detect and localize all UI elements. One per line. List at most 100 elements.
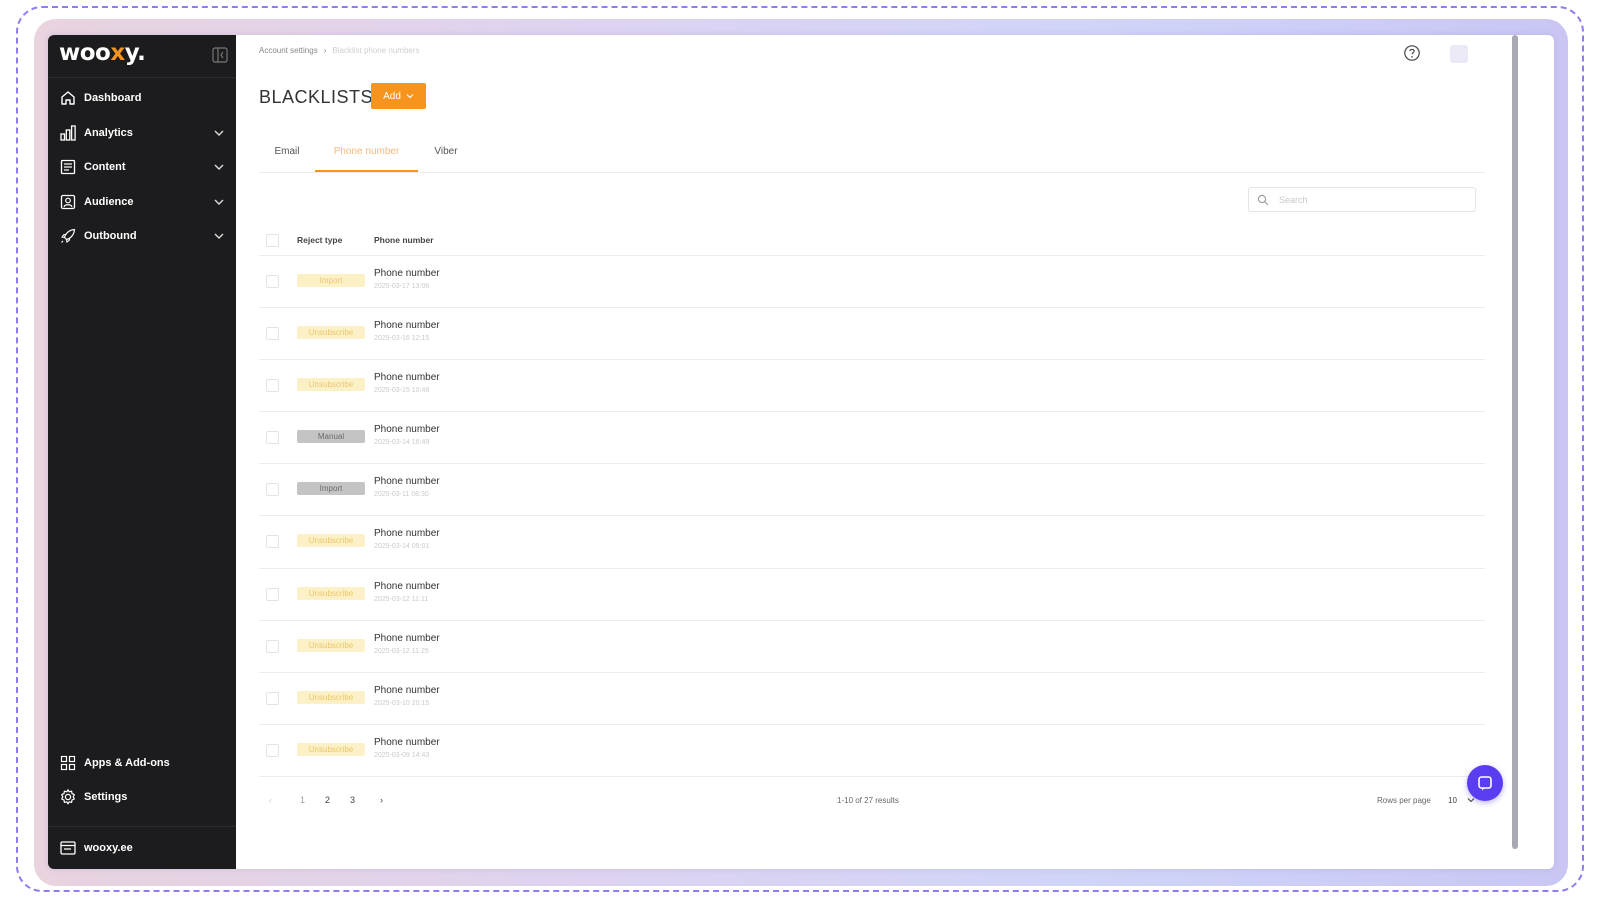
results-count: 1-10 of 27 results bbox=[837, 796, 899, 805]
chevron-down-icon[interactable] bbox=[212, 195, 226, 209]
sidebar-item-audience[interactable]: Audience bbox=[48, 185, 236, 220]
table-row[interactable]: Unsubscribe Phone number 2025-03-14 09:01 bbox=[259, 516, 1485, 569]
table-body: Import Phone number 2025-03-17 13:06 Unsubs… bbox=[259, 256, 1485, 777]
collapse-sidebar-icon[interactable] bbox=[212, 47, 228, 63]
row-checkbox[interactable] bbox=[266, 535, 279, 549]
table-row[interactable]: Unsubscribe Phone number 2025-03-12 11:25 bbox=[259, 621, 1485, 673]
help-icon[interactable] bbox=[1403, 44, 1421, 62]
added-date: 2025-03-11 08:30 bbox=[374, 491, 429, 499]
audience-icon bbox=[59, 193, 77, 211]
avatar[interactable] bbox=[1450, 45, 1468, 63]
table-row[interactable]: Unsubscribe Phone number 2025-03-10 20:15 bbox=[259, 673, 1485, 725]
sidebar-item-outbound[interactable]: Outbound bbox=[48, 219, 236, 254]
row-checkbox[interactable] bbox=[266, 275, 279, 288]
page-2[interactable]: 2 bbox=[325, 795, 330, 805]
tab-viber[interactable]: Viber bbox=[418, 146, 474, 172]
row-checkbox[interactable] bbox=[266, 639, 279, 653]
page-3[interactable]: 3 bbox=[350, 795, 355, 805]
add-button-label: Add bbox=[383, 90, 401, 102]
scrollbar[interactable] bbox=[1512, 35, 1518, 849]
row-checkbox[interactable] bbox=[266, 431, 279, 445]
added-date: 2025-03-10 20:15 bbox=[374, 699, 430, 707]
row-checkbox[interactable] bbox=[266, 743, 279, 757]
reject-type-badge: Unsubscribe bbox=[297, 326, 365, 340]
tab-email[interactable]: Email bbox=[259, 146, 315, 172]
chevron-down-icon[interactable] bbox=[212, 229, 226, 243]
blacklist-table: Reject type Phone number Import Phone num… bbox=[259, 225, 1485, 777]
logo[interactable]: wooxy. bbox=[59, 40, 146, 66]
bar-chart-icon bbox=[59, 124, 77, 142]
row-checkbox[interactable] bbox=[266, 587, 279, 601]
row-checkbox[interactable] bbox=[266, 379, 279, 393]
sidebar-bottom-nav: Apps & Add-ons Settings bbox=[48, 746, 236, 814]
sidebar-item-content[interactable]: Content bbox=[48, 150, 236, 185]
column-header-phone-number[interactable]: Phone number bbox=[374, 235, 434, 245]
table-row[interactable]: Unsubscribe Phone number 2025-03-16 12:15 bbox=[259, 308, 1485, 361]
column-header-reject-type[interactable]: Reject type bbox=[297, 235, 342, 245]
search-input[interactable] bbox=[1277, 193, 1461, 206]
table-row[interactable]: Unsubscribe Phone number 2025-03-09 14:43 bbox=[259, 725, 1485, 777]
rocket-icon bbox=[59, 227, 77, 245]
logo-row: wooxy. bbox=[48, 35, 236, 78]
rows-per-page-value: 10 bbox=[1448, 795, 1457, 805]
added-date: 2025-03-14 09:01 bbox=[374, 543, 430, 551]
search-icon bbox=[1257, 194, 1269, 206]
phone-number: Phone number bbox=[374, 320, 440, 332]
content-icon bbox=[59, 158, 77, 176]
page-1[interactable]: 1 bbox=[300, 795, 305, 805]
sidebar-item-label: Content bbox=[84, 161, 126, 174]
search-field[interactable] bbox=[1248, 187, 1476, 212]
added-date: 2025-03-15 10:48 bbox=[374, 387, 430, 395]
reject-type-badge: Unsubscribe bbox=[297, 378, 365, 392]
table-row[interactable]: Import Phone number 2025-03-17 13:06 bbox=[259, 256, 1485, 309]
sidebar-item-label: Apps & Add-ons bbox=[84, 757, 170, 769]
table-row[interactable]: Manual Phone number 2025-03-14 16:49 bbox=[259, 412, 1485, 465]
reject-type-badge: Unsubscribe bbox=[297, 690, 365, 704]
phone-number: Phone number bbox=[374, 476, 440, 488]
chat-icon bbox=[1476, 774, 1494, 792]
next-page-icon[interactable]: › bbox=[380, 795, 383, 805]
apps-grid-icon bbox=[59, 754, 77, 772]
sidebar-item-analytics[interactable]: Analytics bbox=[48, 116, 236, 151]
added-date: 2025-03-16 12:15 bbox=[374, 335, 430, 343]
row-checkbox[interactable] bbox=[266, 691, 279, 705]
reject-type-badge: Unsubscribe bbox=[297, 742, 365, 756]
select-all-checkbox[interactable] bbox=[266, 234, 279, 247]
phone-number: Phone number bbox=[374, 580, 440, 592]
sidebar-item-dashboard[interactable]: Dashboard bbox=[48, 81, 236, 116]
table-row[interactable]: Import Phone number 2025-03-11 08:30 bbox=[259, 464, 1485, 517]
phone-number: Phone number bbox=[374, 268, 440, 279]
chevron-down-icon[interactable] bbox=[212, 126, 226, 140]
tab-bar: Email Phone number Viber bbox=[259, 146, 1485, 173]
page-title: BLACKLISTS bbox=[259, 87, 374, 107]
sidebar-item-label: Analytics bbox=[84, 126, 133, 139]
prev-page-icon[interactable]: ‹ bbox=[269, 795, 272, 805]
row-checkbox[interactable] bbox=[266, 327, 279, 341]
chevron-down-icon[interactable] bbox=[212, 160, 226, 174]
breadcrumb-separator: › bbox=[323, 46, 327, 55]
table-row[interactable]: Unsubscribe Phone number 2025-03-15 10:48 bbox=[259, 360, 1485, 413]
sidebar-item-settings[interactable]: Settings bbox=[48, 780, 236, 814]
added-date: 2025-03-14 16:49 bbox=[374, 439, 430, 447]
rows-per-page-label: Rows per page bbox=[1377, 796, 1431, 805]
add-button[interactable]: Add bbox=[371, 83, 426, 109]
sidebar-nav: Dashboard Analytics Content Audience Out… bbox=[48, 81, 236, 254]
reject-type-badge: Unsubscribe bbox=[297, 638, 365, 652]
pagination: ‹ 1 2 3 › 1-10 of 27 results Rows per pa… bbox=[259, 795, 1485, 815]
main-content: Account settings › Blacklist phone numbers… bbox=[236, 35, 1554, 869]
breadcrumb-link[interactable]: Account settings bbox=[259, 46, 318, 55]
tab-phone-number[interactable]: Phone number bbox=[315, 146, 418, 172]
phone-number: Phone number bbox=[374, 528, 440, 540]
sidebar-item-label: Outbound bbox=[84, 230, 137, 243]
sidebar-item-site[interactable]: wooxy.ee bbox=[48, 826, 236, 869]
reject-type-badge: Unsubscribe bbox=[297, 586, 365, 600]
row-checkbox[interactable] bbox=[266, 483, 279, 497]
table-row[interactable]: Unsubscribe Phone number 2025-03-12 11:11 bbox=[259, 569, 1485, 621]
table-header: Reject type Phone number bbox=[259, 225, 1485, 256]
chat-button[interactable] bbox=[1467, 765, 1503, 801]
reject-type-badge: Import bbox=[297, 482, 365, 496]
sidebar-item-label: Dashboard bbox=[84, 92, 142, 105]
phone-number: Phone number bbox=[374, 632, 440, 644]
sidebar-item-apps[interactable]: Apps & Add-ons bbox=[48, 746, 236, 780]
logo-text-x: x bbox=[110, 40, 125, 66]
